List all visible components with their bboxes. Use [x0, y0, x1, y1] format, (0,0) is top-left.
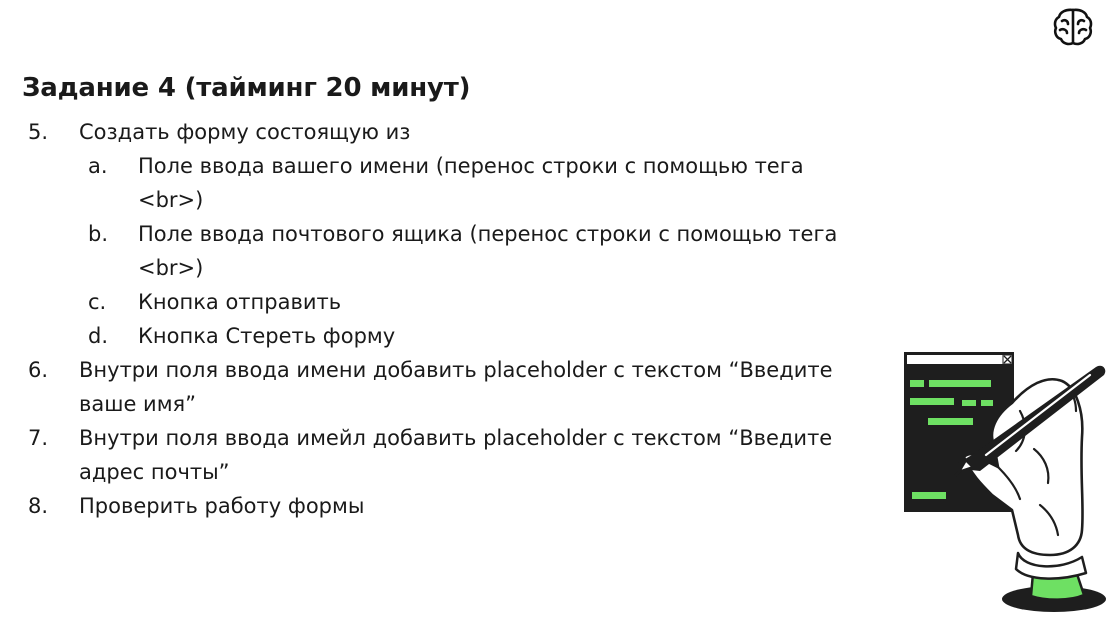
list-item-text: адрес почты”: [79, 460, 230, 484]
list-item-number: 7.: [28, 426, 49, 450]
task-list: 5. Создать форму состоящую из a. Поле ввода…: [0, 115, 880, 523]
list-item: c. Кнопка отправить: [0, 285, 880, 319]
slide-title: Задание 4 (тайминг 20 минут): [22, 73, 471, 103]
list-item-text: Поле ввода почтового ящика (перенос стро…: [138, 222, 838, 246]
list-item: 5. Создать форму состоящую из: [0, 115, 880, 149]
list-item-number: c.: [88, 290, 107, 314]
list-item-text: Кнопка Стереть форму: [138, 324, 396, 348]
brain-logo-icon: [1053, 8, 1093, 46]
list-item-text: Проверить работу формы: [79, 494, 365, 518]
list-item-number: 6.: [28, 358, 49, 382]
list-item: b. Поле ввода почтового ящика (перенос ст…: [0, 217, 880, 285]
list-item-number: 8.: [28, 494, 49, 518]
list-item-number: 5.: [28, 120, 49, 144]
list-item: d. Кнопка Стереть форму: [0, 319, 880, 353]
list-item: 7. Внутри поля ввода имейл добавить place…: [0, 421, 880, 489]
list-item-text: Поле ввода вашего имени (перенос строки …: [138, 154, 804, 178]
list-item-number: d.: [88, 324, 109, 348]
list-item-number: a.: [88, 154, 108, 178]
list-item-text: Внутри поля ввода имени добавить placeho…: [79, 358, 833, 382]
list-item-text: <br>): [138, 256, 204, 280]
list-item-text: <br>): [138, 188, 204, 212]
list-item-number: b.: [88, 222, 109, 246]
list-item: a. Поле ввода вашего имени (перенос строк…: [0, 149, 880, 217]
list-item: 8. Проверить работу формы: [0, 489, 880, 523]
list-item-text: Внутри поля ввода имейл добавить placeho…: [79, 426, 833, 450]
hand-writing-code-illustration: [904, 352, 1106, 612]
list-item-text: Создать форму состоящую из: [79, 120, 411, 144]
list-item-text: Кнопка отправить: [138, 290, 342, 314]
list-item: 6. Внутри поля ввода имени добавить place…: [0, 353, 880, 421]
list-item-text: ваше имя”: [79, 392, 197, 416]
